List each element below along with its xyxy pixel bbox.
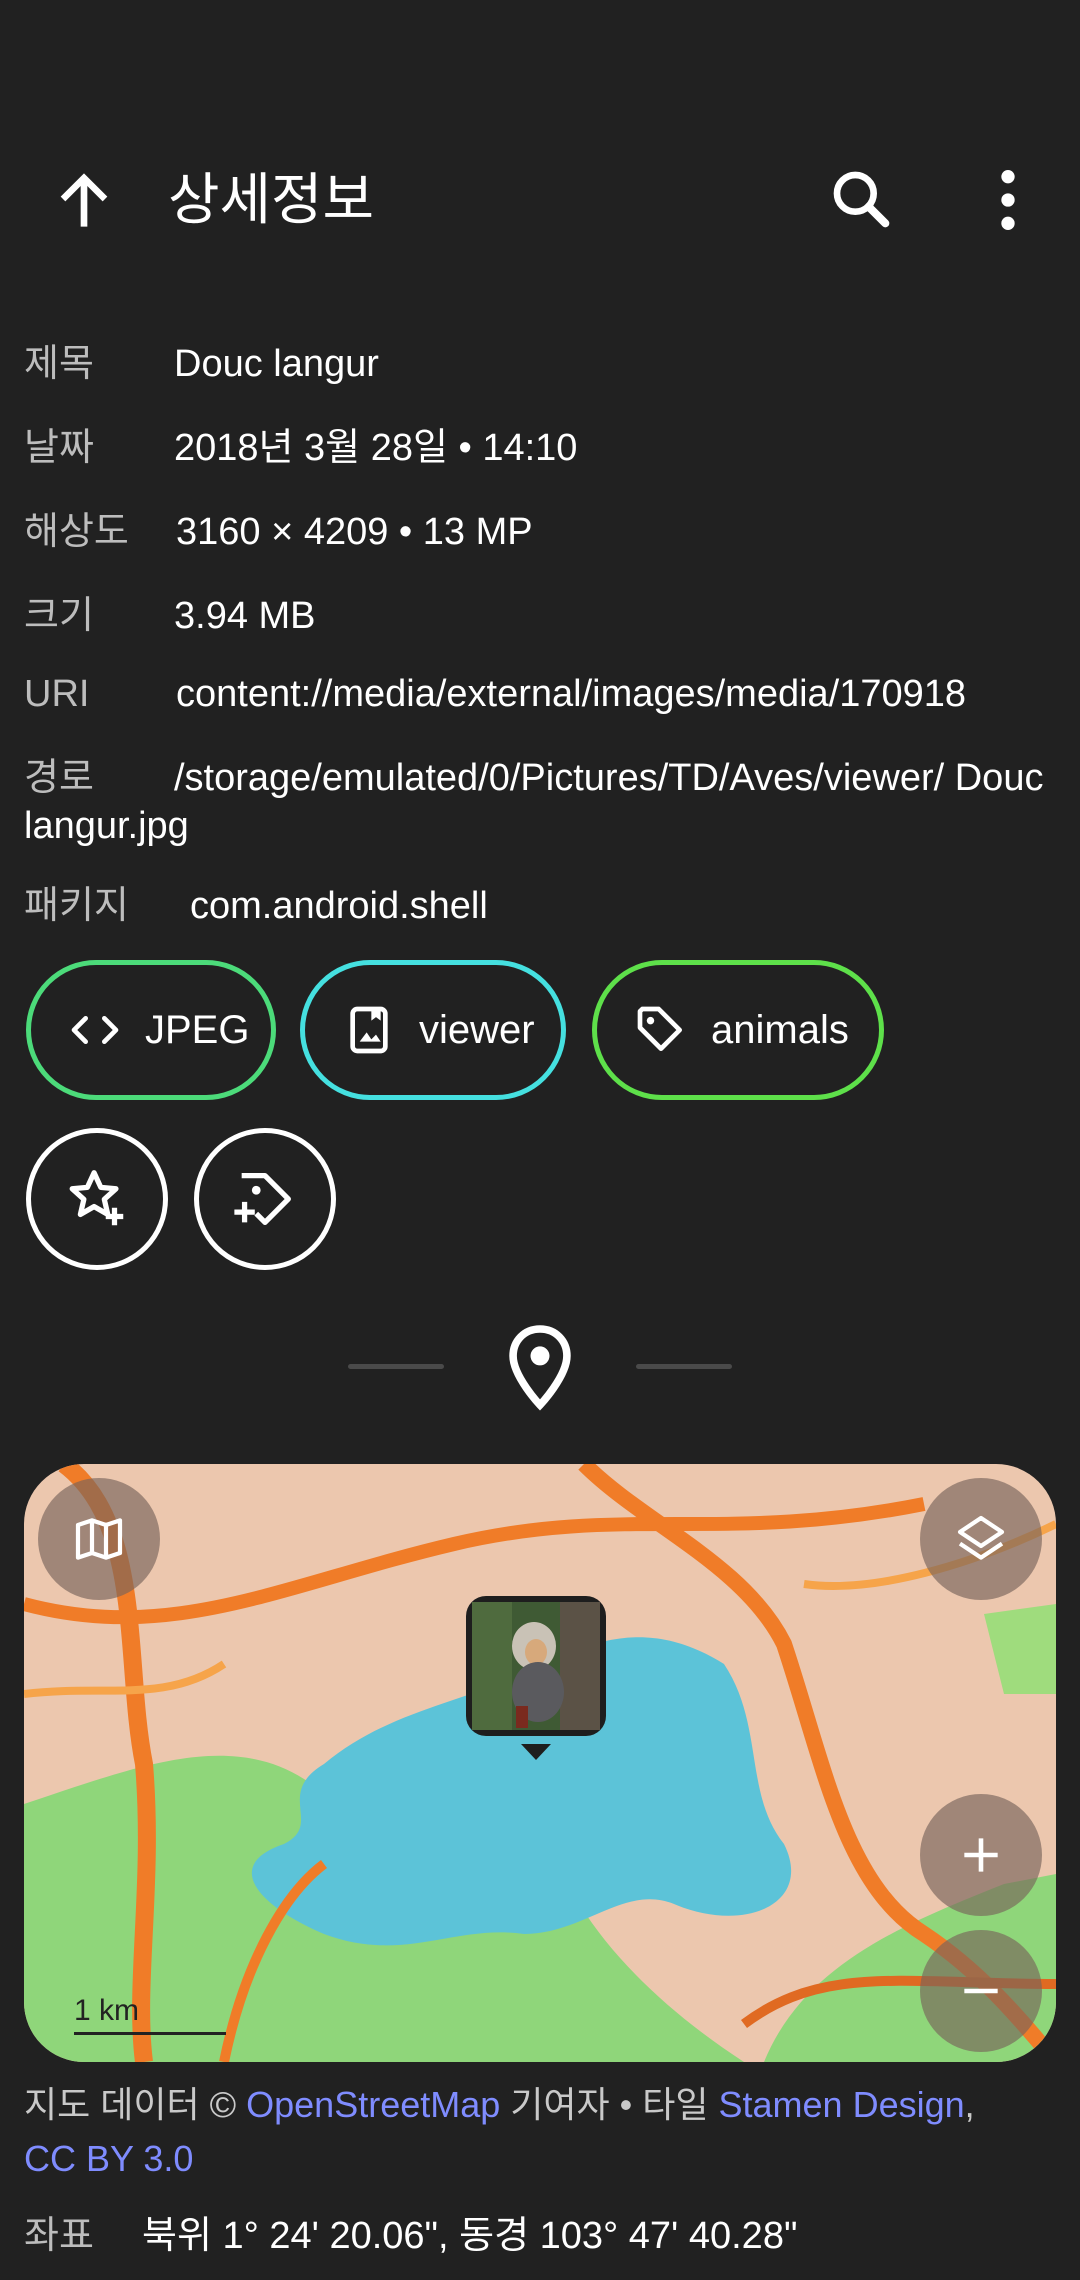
map-style-button[interactable] bbox=[38, 1478, 160, 1600]
code-icon bbox=[71, 1016, 119, 1044]
search-icon[interactable] bbox=[822, 160, 902, 240]
chip-label: JPEG bbox=[145, 1007, 250, 1052]
photo-marker[interactable] bbox=[466, 1596, 606, 1736]
detail-value: /storage/emulated/0/Pictures/TD/Aves/vie… bbox=[24, 757, 1044, 847]
chip-label: viewer bbox=[419, 1007, 535, 1052]
map-scale-label: 1 km bbox=[74, 1994, 140, 2027]
location-pin-icon bbox=[502, 1322, 578, 1412]
photo-thumbnail bbox=[472, 1602, 600, 1730]
attribution-comma: , bbox=[964, 2084, 975, 2125]
map-icon bbox=[75, 1518, 123, 1560]
chip-label: animals bbox=[711, 1007, 849, 1052]
attribution-prefix: 지도 데이터 © bbox=[24, 2084, 247, 2125]
detail-value: 3160 × 4209 • 13 MP bbox=[176, 511, 533, 553]
attribution-middle: 기여자 • 타일 bbox=[500, 2084, 719, 2125]
detail-key: 날짜 bbox=[24, 427, 94, 469]
coordinates-key: 좌표 bbox=[24, 2215, 94, 2257]
coordinates-value: 북위 1° 24' 20.06", 동경 103° 47' 40.28" bbox=[142, 2215, 798, 2257]
chip-viewer[interactable]: viewer bbox=[300, 960, 566, 1100]
album-icon bbox=[350, 1006, 388, 1054]
detail-value: 3.94 MB bbox=[174, 595, 316, 637]
tag-plus-icon bbox=[234, 1173, 291, 1225]
add-tag-button[interactable] bbox=[194, 1128, 336, 1270]
chip-jpeg[interactable]: JPEG bbox=[26, 960, 276, 1100]
detail-value: Douc langur bbox=[174, 343, 379, 385]
detail-key: 해상도 bbox=[24, 511, 129, 553]
marker-pointer bbox=[521, 1744, 551, 1760]
map-tiles bbox=[24, 1464, 1056, 2062]
detail-value: com.android.shell bbox=[190, 885, 488, 927]
license-link[interactable]: CC BY 3.0 bbox=[24, 2138, 193, 2179]
map-attribution: 지도 데이터 © OpenStreetMap 기여자 • 타일 Stamen D… bbox=[24, 2078, 1054, 2186]
stamen-design-link[interactable]: Stamen Design bbox=[719, 2084, 965, 2125]
minus-icon bbox=[964, 1988, 998, 1994]
detail-key: 패키지 bbox=[24, 885, 129, 927]
chip-animals[interactable]: animals bbox=[592, 960, 884, 1100]
layers-icon bbox=[957, 1515, 1005, 1560]
add-favorite-button[interactable] bbox=[26, 1128, 168, 1270]
openstreetmap-link[interactable]: OpenStreetMap bbox=[246, 2084, 500, 2125]
plus-icon bbox=[964, 1838, 998, 1872]
star-plus-icon bbox=[69, 1170, 124, 1226]
zoom-out-button[interactable] bbox=[920, 1930, 1042, 2052]
detail-key: URI bbox=[24, 673, 90, 715]
location-map[interactable]: 1 km bbox=[24, 1464, 1056, 2062]
more-options-icon[interactable] bbox=[968, 160, 1048, 240]
tag-icon bbox=[637, 1006, 682, 1051]
detail-value: 2018년 3월 28일 • 14:10 bbox=[174, 427, 578, 469]
detail-value: content://media/external/images/media/17… bbox=[176, 673, 967, 715]
divider-right bbox=[636, 1364, 732, 1369]
back-arrow-icon[interactable] bbox=[44, 160, 124, 240]
map-scale-bar bbox=[74, 2032, 226, 2035]
detail-key: 제목 bbox=[24, 343, 94, 385]
page-title: 상세정보 bbox=[168, 168, 375, 231]
zoom-in-button[interactable] bbox=[920, 1794, 1042, 1916]
app-bar: 상세정보 bbox=[0, 120, 1080, 280]
map-layers-button[interactable] bbox=[920, 1478, 1042, 1600]
detail-key: 크기 bbox=[24, 595, 94, 637]
divider-left bbox=[348, 1364, 444, 1369]
